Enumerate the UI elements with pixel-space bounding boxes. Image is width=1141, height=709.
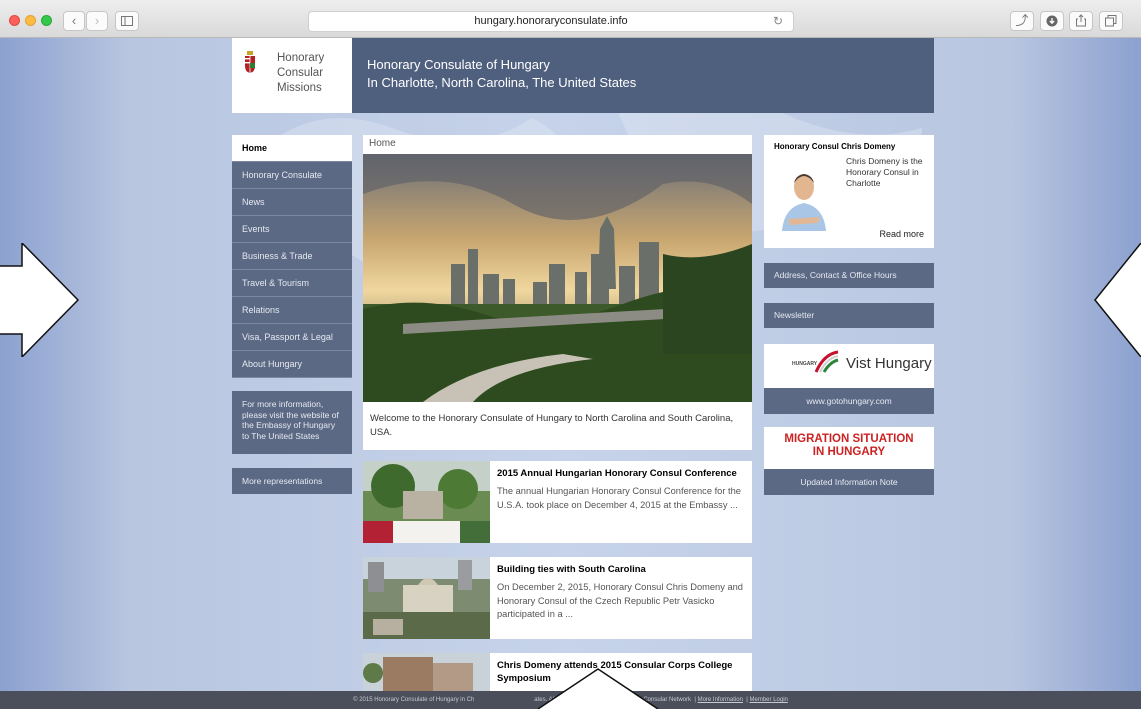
migration-banner[interactable]: MIGRATION SITUATION IN HUNGARY Updated I… — [764, 427, 934, 495]
browser-toolbar: ‹ › ⊕ hungary.honoraryconsulate.info ↻ ⤴ — [0, 0, 1141, 38]
news-item[interactable]: Building ties with South Carolina On Dec… — [363, 557, 752, 639]
minimize-window-button[interactable] — [25, 15, 36, 26]
pin-icon[interactable]: ⤴ — [1010, 11, 1034, 31]
news-thumbnail — [363, 557, 490, 639]
newsletter-button[interactable]: Newsletter — [764, 303, 934, 328]
consul-profile-card: Honorary Consul Chris Domeny Chris Domen… — [764, 135, 934, 248]
welcome-text: Welcome to the Honorary Consulate of Hun… — [370, 413, 734, 438]
nav-item-news[interactable]: News — [232, 189, 352, 216]
consul-title[interactable]: Honorary Consul Chris Domeny — [774, 142, 895, 151]
visit-hungary-text: Vist Hungary — [846, 355, 932, 372]
news-excerpt: The annual Hungarian Honorary Consul Con… — [497, 486, 741, 510]
nav-item-relations[interactable]: Relations — [232, 297, 352, 324]
logo-line-3: Missions — [277, 82, 322, 94]
site-logo[interactable]: Honorary Consular Missions — [232, 38, 352, 113]
back-button[interactable]: ‹ — [63, 11, 85, 31]
visit-hungary-logo: HUNGARY Vist Hungary — [764, 344, 934, 388]
url-text: hungary.honoraryconsulate.info — [474, 15, 628, 27]
migration-title: MIGRATION SITUATION IN HUNGARY — [764, 433, 934, 459]
site-subtitle: In Charlotte, North Carolina, The United… — [367, 75, 637, 90]
nav-item-honorary-consulate[interactable]: Honorary Consulate — [232, 162, 352, 189]
logo-line-1: Honorary — [277, 52, 325, 64]
site-title: Honorary Consulate of Hungary — [367, 57, 550, 72]
download-icon[interactable] — [1040, 11, 1064, 31]
site-header: Honorary Consulate of Hungary In Charlot… — [352, 38, 934, 113]
news-title[interactable]: Building ties with South Carolina — [497, 563, 747, 576]
read-more-link[interactable]: Read more — [879, 229, 924, 239]
member-login-link[interactable]: Member Login — [750, 697, 788, 703]
logo-line-2: Consular — [277, 67, 324, 79]
close-window-button[interactable] — [9, 15, 20, 26]
footer-copyright: © 2015 Honorary Consulate of Hungary in … — [353, 697, 475, 703]
consul-bio: Chris Domeny is the Honorary Consul in C… — [846, 156, 923, 188]
more-information-link[interactable]: More Information — [698, 697, 743, 703]
swipe-left-arrow-icon[interactable] — [1093, 243, 1141, 357]
sidebar-toggle-icon[interactable] — [115, 11, 139, 31]
share-icon[interactable] — [1069, 11, 1093, 31]
breadcrumb: Home — [369, 138, 396, 149]
news-item[interactable]: 2015 Annual Hungarian Honorary Consul Co… — [363, 461, 752, 543]
nav-item-visa-passport-legal[interactable]: Visa, Passport & Legal — [232, 324, 352, 351]
more-representations-link[interactable]: More representations — [232, 468, 352, 494]
nav-item-business-trade[interactable]: Business & Trade — [232, 243, 352, 270]
news-excerpt: On December 2, 2015, Honorary Consul Chr… — [497, 582, 743, 619]
migration-info-link[interactable]: Updated Information Note — [764, 469, 934, 495]
address-contact-button[interactable]: Address, Contact & Office Hours — [764, 263, 934, 288]
visit-hungary-url[interactable]: www.gotohungary.com — [764, 388, 934, 414]
visit-hungary-banner[interactable]: HUNGARY Vist Hungary www.gotohungary.com — [764, 344, 934, 414]
nav-item-about-hungary[interactable]: About Hungary — [232, 351, 352, 378]
main-navigation: Home Honorary Consulate News Events Busi… — [232, 135, 352, 378]
migration-title-line-2: IN HUNGARY — [812, 446, 886, 458]
charlotte-skyline-image — [363, 154, 752, 402]
web-page: Honorary Consular Missions Honorary Cons… — [0, 38, 1141, 709]
news-thumbnail — [363, 461, 490, 543]
news-thumbnail — [363, 653, 490, 691]
nav-item-travel-tourism[interactable]: Travel & Tourism — [232, 270, 352, 297]
swipe-up-arrow-icon[interactable] — [536, 667, 660, 709]
hungarian-coat-of-arms-icon — [245, 51, 255, 73]
forward-button[interactable]: › — [86, 11, 108, 31]
reload-icon[interactable]: ↻ — [773, 14, 783, 28]
embassy-info-link[interactable]: For more information, please visit the w… — [232, 391, 352, 454]
address-bar[interactable]: hungary.honoraryconsulate.info ↻ — [308, 11, 794, 32]
welcome-card: Home Welcome to the Honorary Consulate o… — [363, 135, 752, 450]
news-title[interactable]: 2015 Annual Hungarian Honorary Consul Co… — [497, 467, 747, 480]
consul-photo — [778, 157, 830, 231]
migration-title-line-1: MIGRATION SITUATION — [784, 433, 914, 445]
nav-item-home[interactable]: Home — [232, 135, 352, 162]
swipe-right-arrow-icon[interactable] — [0, 243, 80, 357]
nav-item-events[interactable]: Events — [232, 216, 352, 243]
hungary-ribbon-icon — [814, 350, 839, 373]
zoom-window-button[interactable] — [41, 15, 52, 26]
tabs-overview-icon[interactable] — [1099, 11, 1123, 31]
